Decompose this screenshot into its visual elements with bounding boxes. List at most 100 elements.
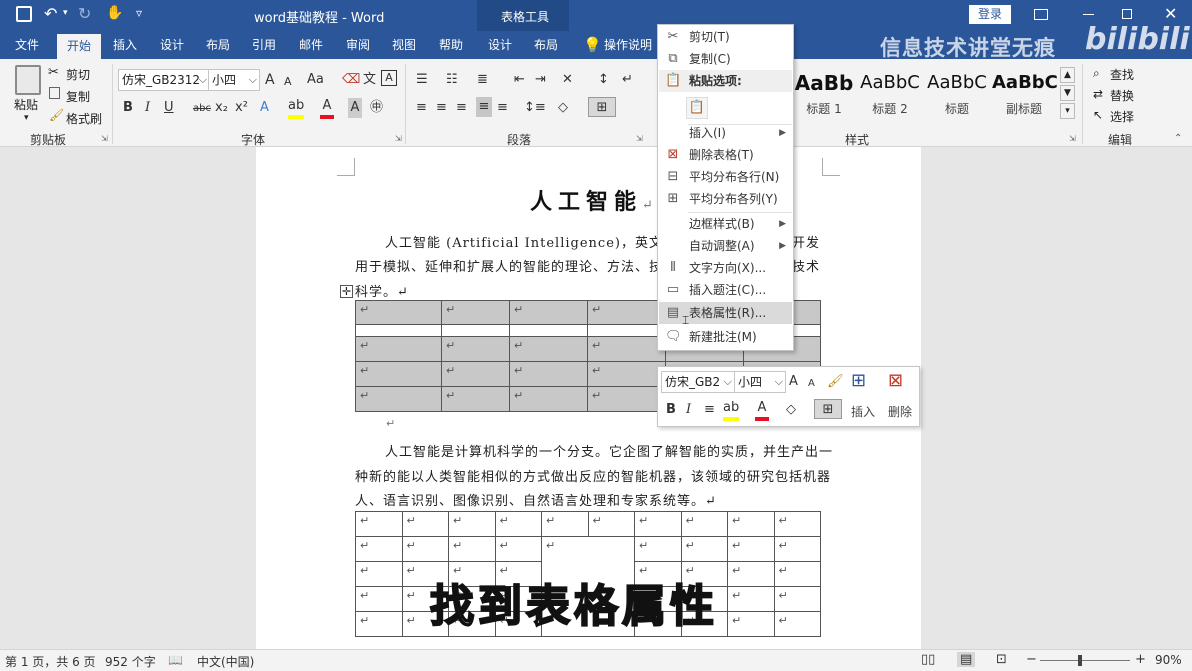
table-cell[interactable]: ↵ bbox=[509, 361, 588, 387]
undo-icon[interactable]: ↶ bbox=[44, 4, 57, 23]
zoom-slider-thumb[interactable] bbox=[1078, 655, 1082, 666]
table-cell[interactable]: ↵ bbox=[448, 536, 496, 562]
table-cell[interactable]: ↵ bbox=[773, 611, 821, 637]
table-cell[interactable]: ↵ bbox=[587, 386, 666, 412]
menu-item-insert[interactable]: 插入(I) ▶ bbox=[659, 122, 792, 144]
print-layout-icon[interactable]: ▤ bbox=[957, 652, 976, 667]
table-cell[interactable]: ↵ bbox=[541, 511, 589, 537]
table-row[interactable]: ↵ ↵ ↵ ↵ ↵ ↵ ↵ ↵ ↵ ↵ bbox=[355, 511, 821, 537]
styles-more-icon[interactable]: ▾ bbox=[1060, 103, 1075, 119]
font-color-icon[interactable]: A bbox=[320, 97, 334, 119]
cut-button[interactable]: 剪切 bbox=[66, 66, 90, 83]
tab-file[interactable]: 文件 bbox=[5, 31, 49, 59]
style-title[interactable]: AaBbC 标题 bbox=[925, 66, 989, 122]
table-cell[interactable]: ↵ bbox=[727, 511, 775, 537]
grow-font-icon[interactable]: A bbox=[789, 372, 798, 392]
numbering-icon[interactable]: ☷ bbox=[446, 70, 458, 90]
replace-button[interactable]: 替换 bbox=[1110, 87, 1134, 104]
strikethrough-button[interactable]: abc bbox=[193, 99, 211, 119]
menu-item-cut[interactable]: ✂ 剪切(T) bbox=[659, 26, 792, 48]
align-center-icon[interactable]: ≡ bbox=[436, 98, 447, 118]
font-launcher-icon[interactable]: ⇲ bbox=[395, 134, 402, 143]
read-mode-icon[interactable]: ▯▯ bbox=[921, 652, 935, 667]
table-cell[interactable]: ↵ bbox=[355, 561, 403, 587]
subscript-button[interactable]: x₂ bbox=[215, 98, 228, 118]
highlight-icon[interactable]: ab bbox=[723, 399, 740, 421]
menu-item-distribute-cols[interactable]: ⊞ 平均分布各列(Y) bbox=[659, 188, 792, 210]
grow-font-icon[interactable]: A bbox=[265, 70, 275, 90]
shrink-font-icon[interactable]: A bbox=[808, 374, 815, 394]
decrease-indent-icon[interactable]: ⇤ bbox=[514, 70, 525, 90]
line-spacing-icon[interactable]: ↕≡ bbox=[524, 98, 546, 118]
font-name-combo[interactable]: 仿宋_GB2312 ⌵ bbox=[118, 69, 210, 91]
font-color-icon[interactable]: A bbox=[755, 399, 769, 421]
clear-formatting-icon[interactable]: ⌫ bbox=[342, 70, 360, 90]
phonetic-guide-icon[interactable]: 文 bbox=[363, 70, 376, 90]
table-row[interactable]: ↵ ↵ ↵ ↵ ↵ ↵ ↵ ↵ ↵ bbox=[355, 536, 821, 637]
table-cell[interactable]: ↵ bbox=[509, 300, 588, 325]
tab-mailings[interactable]: 邮件 bbox=[290, 31, 332, 59]
table-cell[interactable] bbox=[509, 324, 588, 337]
text-effects-icon[interactable]: A bbox=[260, 98, 269, 118]
proofing-icon[interactable]: 📖 bbox=[168, 653, 183, 667]
menu-item-borders[interactable]: 边框样式(B) ▶ bbox=[659, 213, 792, 235]
table-cell[interactable]: ↵ bbox=[727, 536, 775, 562]
tab-references[interactable]: 引用 bbox=[243, 31, 285, 59]
table-cell[interactable]: ↵ bbox=[587, 361, 666, 387]
zoom-level[interactable]: 90% bbox=[1155, 653, 1182, 667]
table-cell[interactable]: ↵ bbox=[773, 586, 821, 612]
table-cell[interactable]: ↵ bbox=[401, 511, 449, 537]
mini-size-combo[interactable]: 小四 ⌵ bbox=[734, 371, 786, 393]
menu-item-table-properties[interactable]: ▤ 表格属性(R)... bbox=[659, 302, 792, 324]
menu-item-delete-table[interactable]: ⊠ 删除表格(T) bbox=[659, 144, 792, 166]
table-cell[interactable]: ↵ bbox=[587, 336, 666, 362]
insert-table-icon[interactable]: ⊞ bbox=[851, 371, 866, 391]
borders-icon[interactable]: ⊞ bbox=[814, 399, 842, 419]
tab-table-layout[interactable]: 布局 bbox=[525, 31, 567, 59]
distributed-icon[interactable]: ≡ bbox=[497, 98, 508, 118]
menu-item-autofit[interactable]: 自动调整(A) ▶ bbox=[659, 235, 792, 257]
paragraph-2-line-2[interactable]: 种新的能以人类智能相似的方式做出反应的智能机器，该领域的研究包括机器 bbox=[355, 466, 831, 485]
mini-bold-button[interactable]: B bbox=[666, 400, 676, 420]
table-cell[interactable]: ↵ bbox=[494, 536, 542, 562]
menu-item-insert-caption[interactable]: ▭ 插入题注(C)... bbox=[659, 279, 792, 301]
save-icon[interactable] bbox=[16, 6, 32, 22]
increase-indent-icon[interactable]: ⇥ bbox=[535, 70, 546, 90]
mini-delete-button[interactable]: 删除 bbox=[888, 403, 912, 420]
mini-italic-button[interactable]: I bbox=[686, 400, 691, 420]
font-size-combo[interactable]: 小四 ⌵ bbox=[208, 69, 260, 91]
style-subtitle[interactable]: AaBbC 副标题 bbox=[992, 66, 1058, 122]
table-move-handle-icon[interactable]: ✛ bbox=[340, 285, 353, 298]
table-cell[interactable]: ↵ bbox=[680, 536, 728, 562]
bullets-icon[interactable]: ☰ bbox=[416, 70, 428, 90]
tab-view[interactable]: 视图 bbox=[383, 31, 425, 59]
tab-layout[interactable]: 布局 bbox=[197, 31, 239, 59]
web-layout-icon[interactable]: ⊡ bbox=[996, 652, 1007, 667]
underline-button[interactable]: U bbox=[164, 98, 174, 118]
table-cell[interactable]: ↵ bbox=[587, 300, 666, 325]
style-heading2[interactable]: AaBbC 标题 2 bbox=[858, 66, 922, 122]
ribbon-display-options-icon[interactable] bbox=[1034, 9, 1048, 20]
table-cell[interactable]: ↵ bbox=[727, 611, 775, 637]
table-cell[interactable]: ↵ bbox=[441, 300, 510, 325]
multilevel-list-icon[interactable]: ≣ bbox=[477, 70, 488, 90]
page-count[interactable]: 第 1 页，共 6 页 bbox=[5, 653, 96, 670]
table-cell[interactable]: ↵ bbox=[355, 336, 442, 362]
paste-dropdown-icon[interactable]: ▾ bbox=[24, 113, 29, 123]
highlight-icon[interactable]: ab bbox=[288, 97, 305, 119]
table-cell[interactable]: ↵ bbox=[355, 386, 442, 412]
table-cell[interactable]: ↵ bbox=[634, 536, 682, 562]
menu-item-copy[interactable]: ⧉ 复制(C) bbox=[659, 48, 792, 70]
table-cell[interactable]: ↵ bbox=[509, 386, 588, 412]
italic-button[interactable]: I bbox=[145, 98, 150, 118]
table-cell[interactable]: ↵ bbox=[355, 536, 403, 562]
customize-quick-access-icon[interactable]: ▿ bbox=[136, 6, 142, 20]
sort-icon[interactable]: ↕ bbox=[598, 70, 609, 90]
delete-table-icon[interactable]: ⊠ bbox=[888, 371, 903, 391]
table-cell[interactable]: ↵ bbox=[441, 336, 510, 362]
tell-me-search[interactable]: 操作说明搜 bbox=[604, 31, 659, 80]
tab-table-design[interactable]: 设计 bbox=[479, 31, 521, 59]
paste-keep-format-icon[interactable]: 📋 bbox=[686, 97, 708, 119]
character-shading-icon[interactable]: A bbox=[348, 98, 362, 118]
paragraph-2-line-1[interactable]: 人工智能是计算机科学的一个分支。它企图了解智能的实质，并生产出一 bbox=[385, 441, 833, 460]
